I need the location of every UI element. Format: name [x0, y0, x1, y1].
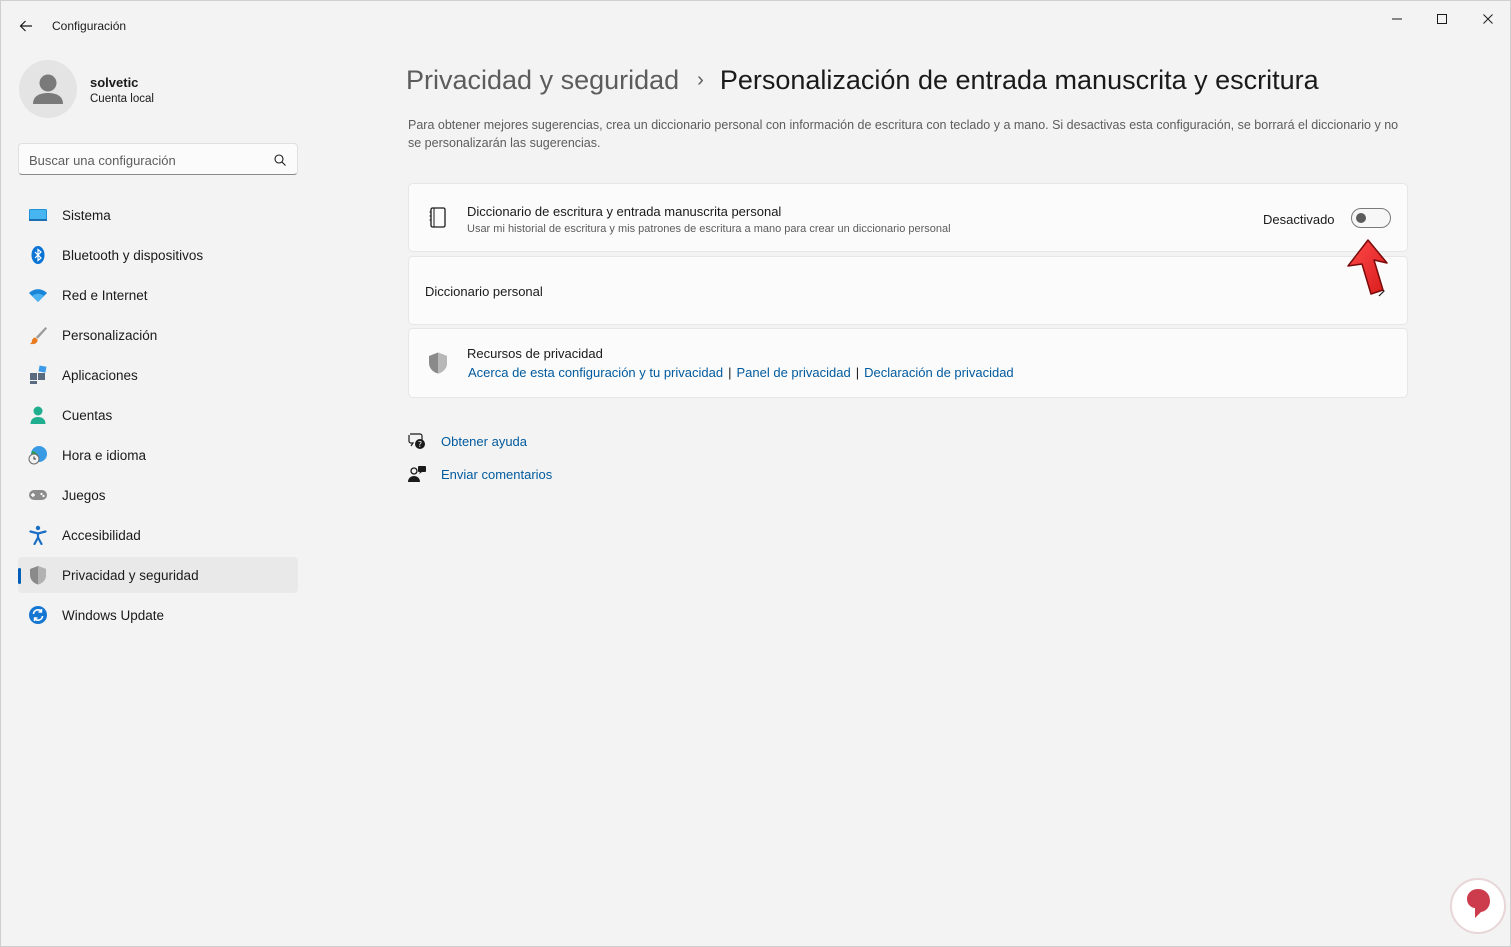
sidebar-item-label: Aplicaciones	[62, 367, 138, 383]
sidebar-item-label: Privacidad y seguridad	[62, 567, 199, 583]
settings-window: Configuración solvetic Cuenta local Sist…	[0, 0, 1511, 947]
sidebar-item-accesibilidad[interactable]: Accesibilidad	[18, 517, 298, 553]
sidebar-item-label: Hora e idioma	[62, 447, 147, 463]
dictionary-setting-card: Diccionario de escritura y entrada manus…	[408, 183, 1408, 252]
sidebar-item-windows-update[interactable]: Windows Update	[18, 597, 298, 633]
setting-title: Diccionario de escritura y entrada manus…	[467, 204, 782, 219]
maximize-icon	[1437, 14, 1447, 24]
toggle-knob	[1356, 213, 1366, 223]
sidebar-item-label: Accesibilidad	[62, 527, 141, 543]
about-settings-privacy-link[interactable]: Acerca de esta configuración y tu privac…	[468, 365, 723, 380]
sidebar-item-personalizacion[interactable]: Personalización	[18, 317, 298, 353]
breadcrumb-parent[interactable]: Privacidad y seguridad	[406, 65, 679, 96]
personal-dictionary-card[interactable]: Diccionario personal	[408, 256, 1408, 325]
brush-icon	[28, 325, 48, 345]
notebook-icon	[429, 207, 446, 228]
watermark-logo	[1450, 878, 1506, 934]
search-box[interactable]	[18, 143, 298, 175]
sidebar-item-label: Sistema	[62, 207, 111, 223]
svg-text:?: ?	[418, 440, 422, 449]
app-title: Configuración	[52, 19, 127, 33]
search-icon[interactable]	[273, 153, 287, 167]
page-description: Para obtener mejores sugerencias, crea u…	[408, 118, 1399, 150]
privacy-statement-link[interactable]: Declaración de privacidad	[864, 365, 1014, 380]
system-icon	[28, 205, 48, 225]
back-button[interactable]	[15, 15, 37, 37]
sidebar-item-hora[interactable]: Hora e idioma	[18, 437, 298, 473]
shield-icon	[429, 352, 447, 374]
sidebar-item-label: Red e Internet	[62, 287, 148, 303]
link-divider: |	[728, 365, 732, 380]
close-icon	[1483, 14, 1493, 24]
sidebar-nav: Sistema Bluetooth y dispositivos Red e I…	[18, 197, 298, 637]
shield-icon	[28, 565, 48, 585]
account-type: Cuenta local	[90, 93, 154, 105]
page-title: Personalización de entrada manuscrita y …	[719, 64, 1319, 95]
wifi-icon	[28, 285, 48, 305]
dictionary-toggle[interactable]	[1351, 208, 1391, 228]
breadcrumb-separator: ›	[697, 68, 704, 91]
sidebar-item-bluetooth[interactable]: Bluetooth y dispositivos	[18, 237, 298, 273]
setting-description: Usar mi historial de escritura y mis pat…	[467, 223, 951, 235]
get-help-label: Obtener ayuda	[441, 433, 528, 449]
sidebar-item-privacidad[interactable]: Privacidad y seguridad	[18, 557, 298, 593]
bluetooth-icon	[28, 245, 48, 265]
link-divider: |	[855, 365, 860, 380]
title-bar: Configuración	[1, 1, 1510, 49]
close-button[interactable]	[1478, 9, 1498, 29]
privacy-resources-title: Recursos de privacidad	[467, 346, 603, 361]
sidebar-item-label: Windows Update	[62, 607, 165, 623]
maximize-button[interactable]	[1432, 9, 1452, 29]
sidebar-item-label: Cuentas	[62, 407, 113, 423]
feedback-icon	[408, 466, 426, 482]
accessibility-icon	[28, 525, 48, 545]
gamepad-icon	[28, 485, 48, 505]
red-arrow-annotation	[1347, 239, 1388, 295]
privacy-resources-card: Recursos de privacidad Acerca de esta co…	[408, 328, 1408, 398]
back-arrow-icon	[19, 20, 32, 32]
minimize-button[interactable]	[1387, 9, 1407, 29]
personal-dictionary-title: Diccionario personal	[425, 284, 543, 299]
toggle-state-label: Desactivado	[1263, 212, 1335, 227]
feedback-link[interactable]: Enviar comentarios	[407, 464, 552, 484]
feedback-label: Enviar comentarios	[441, 466, 553, 482]
sidebar-item-label: Juegos	[62, 487, 106, 503]
sidebar-item-cuentas[interactable]: Cuentas	[18, 397, 298, 433]
get-help-link[interactable]: ? Obtener ayuda	[407, 431, 527, 451]
sidebar-item-red[interactable]: Red e Internet	[18, 277, 298, 313]
breadcrumb: Privacidad y seguridad › Personalización…	[406, 60, 1319, 100]
sidebar-item-label: Personalización	[62, 327, 158, 343]
search-input[interactable]	[29, 150, 259, 170]
person-icon	[28, 405, 48, 425]
sidebar-item-sistema[interactable]: Sistema	[18, 197, 298, 233]
help-chat-icon: ?	[408, 433, 425, 449]
privacy-dashboard-link[interactable]: Panel de privacidad	[736, 365, 850, 380]
clock-globe-icon	[28, 445, 48, 465]
user-name: solvetic	[90, 75, 139, 90]
privacy-links: Acerca de esta configuración y tu privac…	[468, 365, 1014, 380]
minimize-icon	[1392, 18, 1402, 20]
user-avatar-icon	[33, 74, 63, 104]
update-icon	[28, 605, 48, 625]
sidebar-item-juegos[interactable]: Juegos	[18, 477, 298, 513]
sidebar-item-aplicaciones[interactable]: Aplicaciones	[18, 357, 298, 393]
sidebar-item-label: Bluetooth y dispositivos	[62, 247, 204, 263]
apps-icon	[28, 365, 48, 385]
avatar[interactable]	[19, 60, 77, 118]
